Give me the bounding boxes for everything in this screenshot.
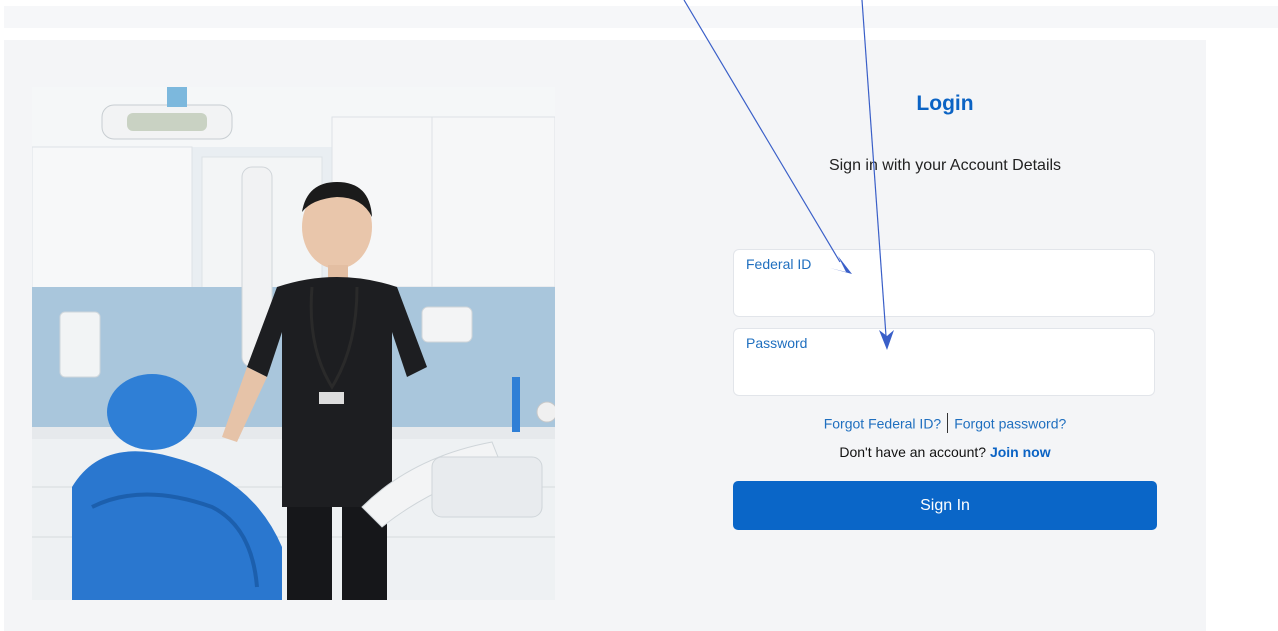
join-now-link[interactable]: Join now	[990, 444, 1051, 460]
no-account-text: Don't have an account?	[839, 444, 987, 460]
password-input[interactable]	[746, 359, 1142, 389]
forgot-password-link[interactable]: Forgot password?	[954, 416, 1066, 432]
forgot-federal-id-link[interactable]: Forgot Federal ID?	[824, 416, 942, 432]
password-label: Password	[746, 335, 808, 351]
sign-in-button[interactable]: Sign In	[733, 481, 1157, 530]
password-field[interactable]: Password	[733, 328, 1155, 396]
top-header-strip	[4, 6, 1278, 28]
federal-id-field[interactable]: Federal ID	[733, 249, 1155, 317]
page-subtitle: Sign in with your Account Details	[828, 157, 1062, 174]
federal-id-input[interactable]	[746, 280, 1142, 310]
forgot-links-row: Forgot Federal ID? Forgot password?	[733, 413, 1157, 435]
link-separator	[947, 413, 949, 433]
page-title: Login	[916, 92, 974, 115]
join-row: Don't have an account? Join now	[733, 444, 1157, 460]
dentist-photo	[32, 87, 555, 600]
federal-id-label: Federal ID	[746, 256, 812, 272]
